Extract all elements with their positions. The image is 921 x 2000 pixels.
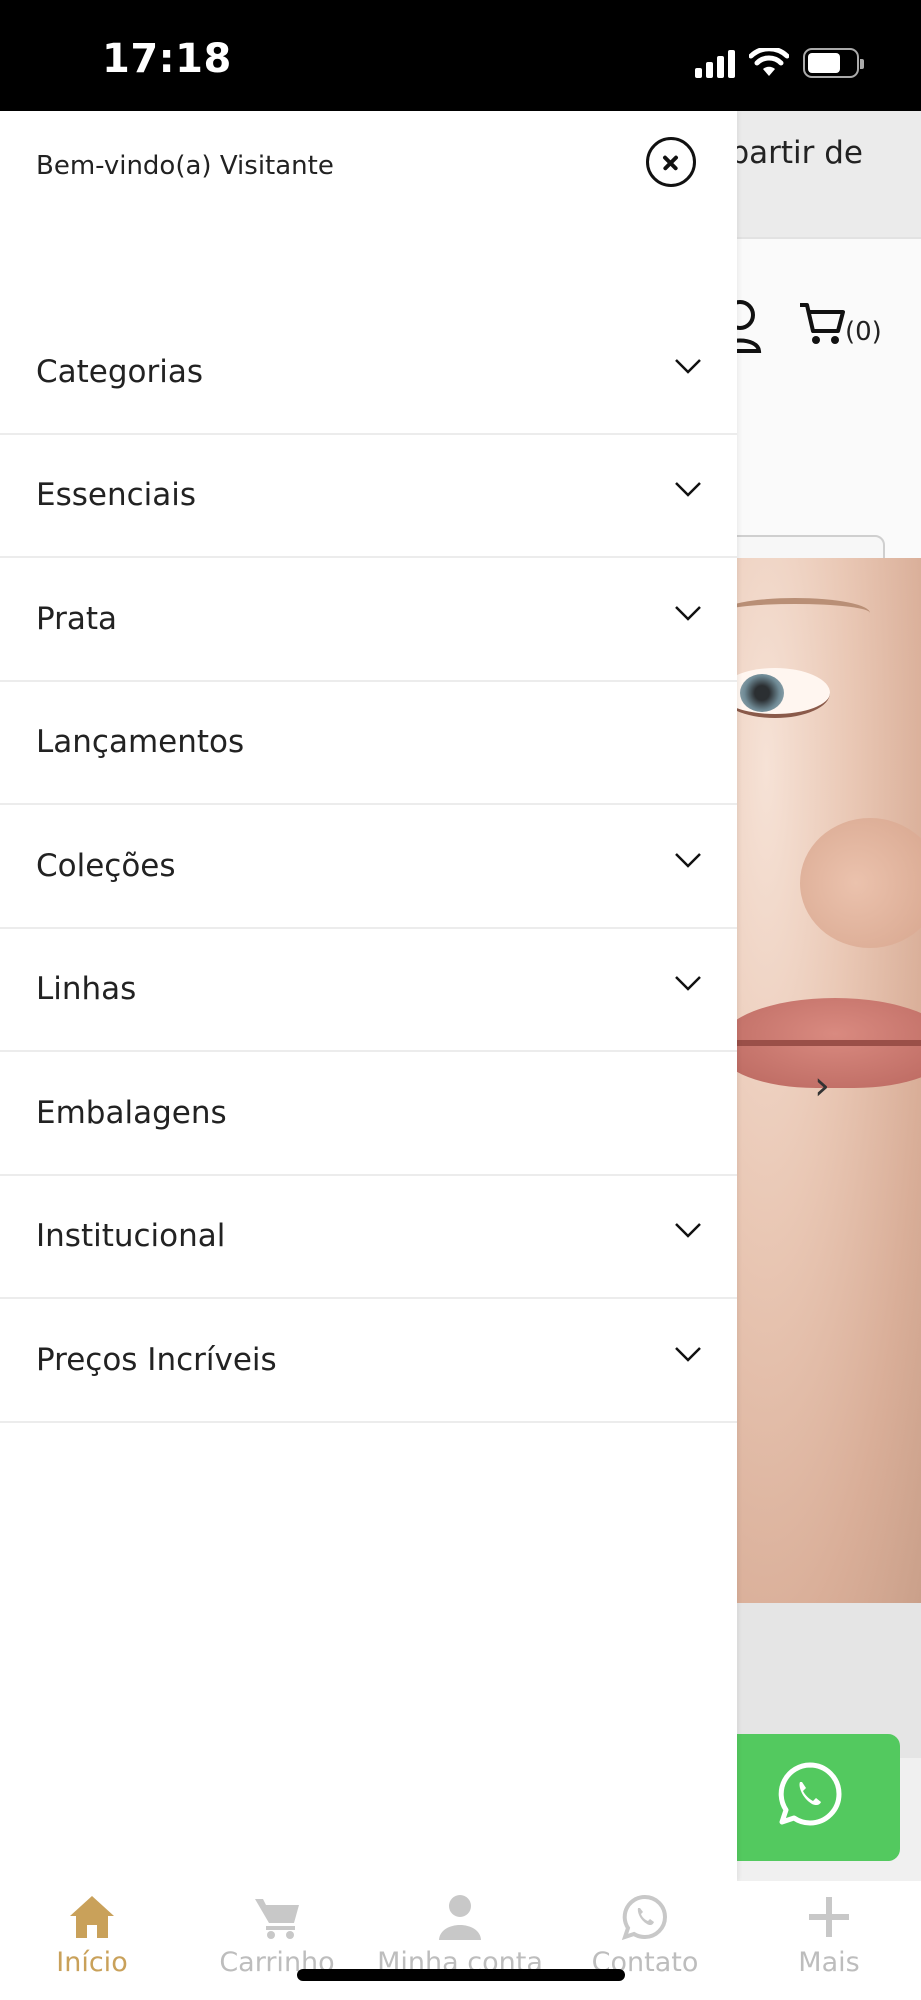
- menu-item-lancamentos[interactable]: Lançamentos: [0, 682, 737, 805]
- chevron-down-icon[interactable]: [675, 352, 701, 378]
- menu-item-precos-incriveis[interactable]: Preços Incríveis: [0, 1299, 737, 1423]
- menu-item-label: Embalagens: [36, 1094, 227, 1131]
- welcome-text: Bem-vindo(a) Visitante: [36, 151, 334, 181]
- status-time: 17:18: [102, 36, 232, 82]
- status-icons: [695, 44, 864, 78]
- drawer-header: Bem-vindo(a) Visitante: [0, 111, 737, 271]
- promo-text: partir de: [729, 135, 863, 171]
- user-icon: [439, 1895, 481, 1940]
- chevron-down-icon[interactable]: [675, 1216, 701, 1242]
- cart-count: (0): [845, 317, 882, 347]
- chevron-down-icon[interactable]: [675, 1340, 701, 1366]
- chevron-down-icon[interactable]: [675, 969, 701, 995]
- menu-item-label: Lançamentos: [36, 724, 245, 761]
- whatsapp-icon: [621, 1894, 667, 1941]
- wifi-icon: [749, 48, 789, 76]
- menu-item-label: Categorias: [36, 353, 204, 390]
- tab-mais[interactable]: Mais: [739, 1893, 919, 1978]
- tab-contato[interactable]: Contato: [555, 1893, 735, 1978]
- tab-carrinho[interactable]: Carrinho: [187, 1893, 367, 1978]
- menu-item-label: Prata: [36, 600, 118, 637]
- home-indicator: [297, 1969, 625, 1981]
- menu-item-label: Linhas: [36, 971, 137, 1008]
- status-bar: 17:18: [0, 0, 921, 111]
- close-icon[interactable]: [646, 137, 696, 187]
- tab-label: Mais: [798, 1947, 860, 1978]
- chevron-down-icon[interactable]: [675, 846, 701, 872]
- battery-icon: [803, 48, 864, 78]
- tab-minha-conta[interactable]: Minha conta: [370, 1893, 550, 1978]
- bottom-tab-bar: Início Carrinho Minha conta Contato Mais: [0, 1881, 921, 2000]
- cart-icon: [255, 1899, 299, 1939]
- menu-item-essenciais[interactable]: Essenciais: [0, 435, 737, 558]
- drawer-menu: Categorias Essenciais Prata Lançamentos …: [0, 311, 737, 1423]
- navigation-drawer: Bem-vindo(a) Visitante Categorias Essenc…: [0, 111, 737, 1881]
- menu-item-categorias[interactable]: Categorias: [0, 311, 737, 435]
- tab-inicio[interactable]: Início: [2, 1893, 182, 1978]
- menu-item-label: Institucional: [36, 1218, 226, 1255]
- chevron-down-icon[interactable]: [675, 599, 701, 625]
- menu-item-embalagens[interactable]: Embalagens: [0, 1052, 737, 1176]
- plus-icon: [809, 1897, 849, 1937]
- menu-item-label: Preços Incríveis: [36, 1341, 277, 1378]
- cart-icon[interactable]: [798, 299, 846, 347]
- whatsapp-icon: [778, 1762, 842, 1826]
- tab-label: Início: [56, 1947, 128, 1978]
- menu-item-prata[interactable]: Prata: [0, 558, 737, 682]
- menu-item-label: Coleções: [36, 847, 176, 884]
- home-icon: [70, 1896, 114, 1938]
- menu-item-colecoes[interactable]: Coleções: [0, 805, 737, 929]
- menu-item-institucional[interactable]: Institucional: [0, 1176, 737, 1299]
- carousel-next-icon[interactable]: ›: [814, 1063, 830, 1109]
- chevron-down-icon[interactable]: [675, 475, 701, 501]
- menu-item-label: Essenciais: [36, 477, 197, 514]
- menu-item-linhas[interactable]: Linhas: [0, 929, 737, 1052]
- cellular-signal-icon: [695, 48, 735, 78]
